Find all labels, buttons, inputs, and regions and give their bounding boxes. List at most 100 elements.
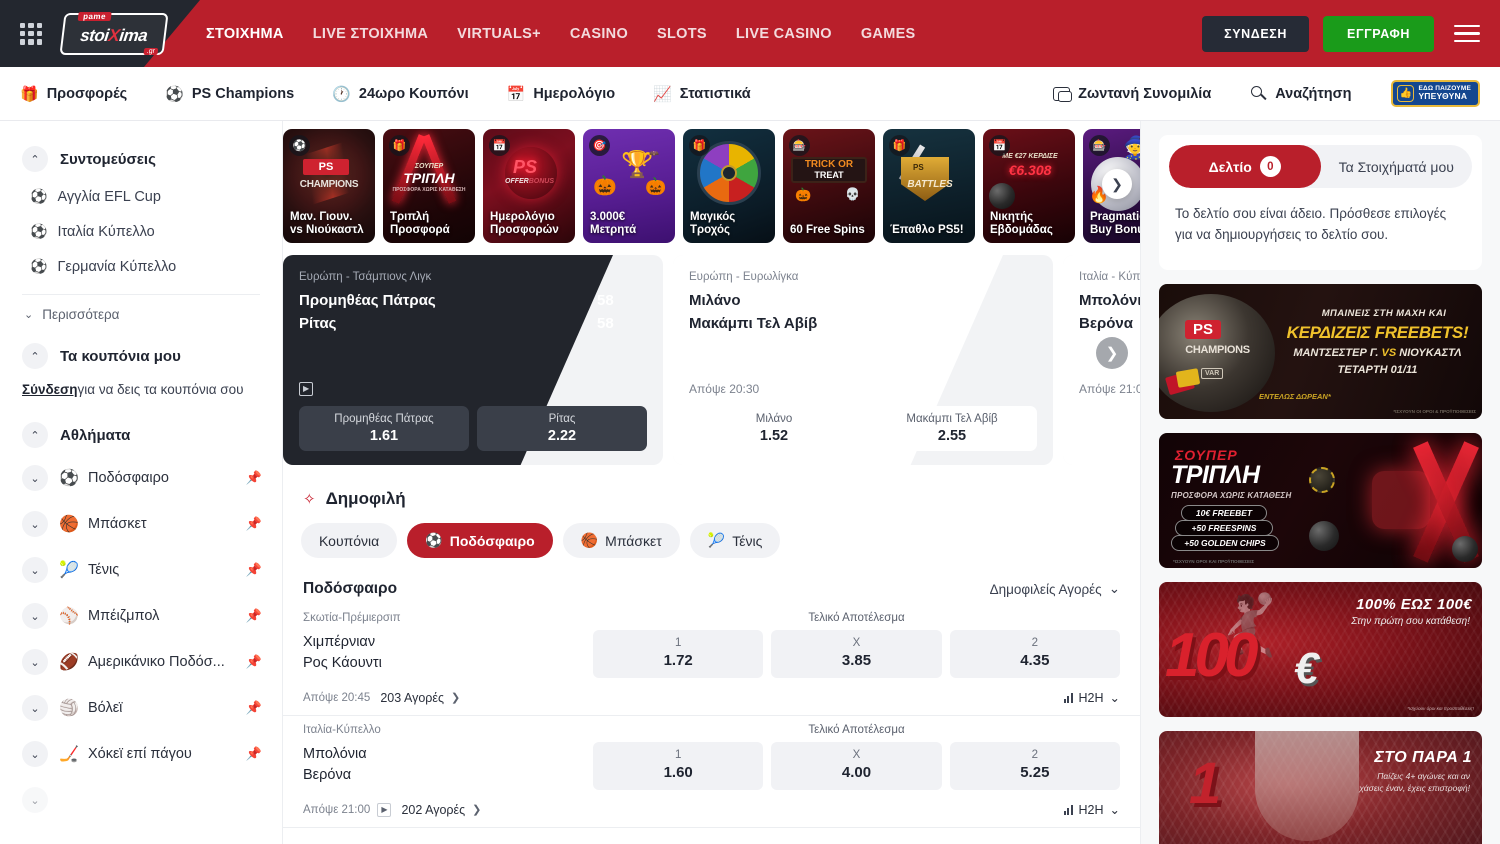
pin-icon[interactable]: 📌 (246, 700, 262, 716)
featured-away-row: Ρίτας 58 (299, 315, 647, 332)
event-odd-button-x[interactable]: X 3.85 (771, 630, 941, 678)
pin-icon[interactable]: 📌 (246, 562, 262, 578)
chevron-right-icon[interactable]: ❯ (451, 691, 460, 704)
tv-stream-icon[interactable]: ▶ (299, 382, 313, 396)
nav-item-live-casino[interactable]: LIVE CASINO (736, 26, 832, 42)
sidebar-sport-xokei[interactable]: ⌄ 🏒 Χόκεϊ επί πάγου 📌 (0, 731, 282, 777)
sidebar-sport-more[interactable]: ⌄ (0, 777, 282, 823)
subnav-item-statistika[interactable]: 📈 Στατιστικά (653, 85, 751, 103)
subnav-item-prosfores[interactable]: 🎁 Προσφορές (20, 85, 127, 103)
featured-odd-button[interactable]: Μιλάνο 1.52 (689, 406, 859, 451)
promo-card-3000-cash[interactable]: 🏆 🎃 🎃 🦇 🦇 🎯 3.000€ Μετρητά (583, 129, 675, 243)
register-button[interactable]: ΕΓΓΡΑΦΗ (1323, 16, 1434, 52)
banner-first-deposit-100[interactable]: 🤾 100 € 100% ΕΩΣ 100€ Στην πρώτη σου κατ… (1159, 582, 1482, 717)
search-icon (1251, 86, 1267, 102)
chevron-down-icon[interactable]: ⌄ (22, 511, 48, 537)
sidebar-login-link[interactable]: Σύνδεση (22, 382, 78, 397)
promo-card-calendar[interactable]: PS OFFERBONUS 📅 Ημερολόγιο Προσφορών (483, 129, 575, 243)
sidebar-section-my-coupons[interactable]: ⌃ Τα κουπόνια μου (0, 336, 282, 376)
pin-icon[interactable]: 📌 (246, 608, 262, 624)
chevron-right-icon[interactable]: ❯ (472, 803, 481, 816)
search-item[interactable]: Αναζήτηση (1251, 86, 1351, 102)
pin-icon[interactable]: 📌 (246, 470, 262, 486)
featured-match-card[interactable]: Ευρώπη - Ευρωλίγκα Μιλάνο Μακάμπι Τελ Αβ… (673, 255, 1053, 465)
sidebar-item-efl-cup[interactable]: ⚽ Αγγλία EFL Cup (0, 179, 282, 214)
logo-gr-text: .gr (143, 48, 158, 55)
promo-card-ps-champions[interactable]: PS CHAMPIONS ⚽ Μαν. Γιουν. vs Νιούκαστλ (283, 129, 375, 243)
subnav-item-24oro-koyponi[interactable]: 🕐 24ωρο Κουπόνι (332, 85, 468, 103)
featured-odd-button[interactable]: Ρίτας 2.22 (477, 406, 647, 451)
event-markets-count[interactable]: 203 Αγορές (380, 691, 444, 705)
promo-card-ps-battles[interactable]: PS BATTLES 🎁 Έπαθλο PS5! (883, 129, 975, 243)
site-logo[interactable]: pame stoiXima .gr (60, 10, 168, 58)
tab-label: Τένις (732, 533, 762, 549)
sidebar-sport-tenis[interactable]: ⌄ 🎾 Τένις 📌 (0, 547, 282, 593)
nav-item-stoixima[interactable]: ΣΤΟΙΧΗΜΑ (206, 26, 284, 42)
sidebar-item-italia-kypello[interactable]: ⚽ Ιταλία Κύπελλο (0, 214, 282, 249)
event-odd-button-2[interactable]: 2 5.25 (950, 742, 1120, 790)
live-chat-item[interactable]: Ζωντανή Συνομιλία (1053, 86, 1211, 102)
promo-card-magic-wheel[interactable]: 🎁 Μαγικός Τροχός (683, 129, 775, 243)
sidebar-sport-mpeizmpol[interactable]: ⌄ ⚾ Μπέιζμπολ 📌 (0, 593, 282, 639)
subnav-item-imerologio[interactable]: 📅 Ημερολόγιο (507, 85, 615, 103)
login-button[interactable]: ΣΥΝΔΕΣΗ (1202, 16, 1309, 52)
event-odd-button-1[interactable]: 1 1.72 (593, 630, 763, 678)
tab-koyponia[interactable]: Κουπόνια (301, 523, 397, 558)
markets-dropdown[interactable]: Δημοφιλείς Αγορές ⌄ (990, 581, 1120, 597)
featured-odd-button[interactable]: Μακάμπι Τελ Αβίβ 2.55 (867, 406, 1037, 451)
apps-grid-icon[interactable] (20, 23, 42, 45)
sidebar-shortcut-label: Ιταλία Κύπελλο (57, 224, 154, 240)
pin-icon[interactable]: 📌 (246, 654, 262, 670)
event-odd-button-1[interactable]: 1 1.60 (593, 742, 763, 790)
sidebar-sport-podosfairo[interactable]: ⌄ ⚽ Ποδόσφαιρο 📌 (0, 455, 282, 501)
nav-item-live-stoixima[interactable]: LIVE ΣΤΟΙΧΗΜΑ (313, 26, 428, 42)
event-h2h-button[interactable]: H2H ⌄ (1064, 802, 1121, 817)
featured-odd-button[interactable]: Προμηθέας Πάτρας 1.61 (299, 406, 469, 451)
nav-item-slots[interactable]: SLOTS (657, 26, 707, 42)
tab-podosfairo[interactable]: ⚽ Ποδόσφαιρο (407, 523, 552, 558)
tab-tenis[interactable]: 🎾 Τένις (690, 523, 781, 558)
chevron-down-icon[interactable]: ⌄ (22, 695, 48, 721)
chevron-down-icon[interactable]: ⌄ (22, 465, 48, 491)
promo-carousel-next-button[interactable]: ❯ (1102, 169, 1132, 199)
sidebar-more-button[interactable]: ⌄ Περισσότερα (0, 299, 282, 330)
promo-card-tripli[interactable]: ΣΟΥΠΕΡ ΤΡΙΠΛΗ ΠΡΟΣΦΟΡΑ ΧΩΡΙΣ ΚΑΤΑΘΕΣΗ 🎁 … (383, 129, 475, 243)
banner-super-tripli[interactable]: ΣΟΥΠΕΡ ΤΡΙΠΛΗ ΠΡΟΣΦΟΡΑ ΧΩΡΙΣ ΚΑΤΑΘΕΣΗ 10… (1159, 433, 1482, 568)
promo-card-free-spins[interactable]: TRICK OR TREAT 🎃 💀 🎰 60 Free Spins (783, 129, 875, 243)
nav-item-casino[interactable]: CASINO (570, 26, 628, 42)
event-markets-count[interactable]: 202 Αγορές (401, 803, 465, 817)
banner-line5: ΕΝΤΕΛΩΣ ΔΩΡΕΑΝ* (1259, 392, 1331, 401)
sidebar-section-sports[interactable]: ⌃ Αθλήματα (0, 415, 282, 455)
sidebar-sport-amerikaniko-podosfairo[interactable]: ⌄ 🏈 Αμερικάνικο Ποδόσ... 📌 (0, 639, 282, 685)
betslip-tab-mybets[interactable]: Τα Στοιχήματά μου (1321, 145, 1473, 188)
featured-odd-button[interactable]: 1 1.60 (1079, 406, 1140, 451)
banner-ps-champions[interactable]: PS CHAMPIONS VAR ΜΠΑΙΝΕΙΣ ΣΤΗ ΜΑΧΗ ΚΑΙ Κ… (1159, 284, 1482, 419)
nav-item-games[interactable]: GAMES (861, 26, 916, 42)
pin-icon[interactable]: 📌 (246, 746, 262, 762)
chevron-down-icon[interactable]: ⌄ (22, 557, 48, 583)
featured-match-card[interactable]: Ευρώπη - Τσάμπιονς Λιγκ Προμηθέας Πάτρας… (283, 255, 663, 465)
chevron-down-icon[interactable]: ⌄ (22, 649, 48, 675)
tab-mpasket[interactable]: 🏀 Μπάσκετ (563, 523, 680, 558)
banner-big-currency: € (1294, 644, 1318, 694)
event-h2h-button[interactable]: H2H ⌄ (1064, 690, 1121, 705)
chevron-down-icon[interactable]: ⌄ (22, 787, 48, 813)
sidebar-item-germania-kypello[interactable]: ⚽ Γερμανία Κύπελλο (0, 249, 282, 284)
promo-card-weekly-winner[interactable]: ΜΕ €27 ΚΕΡΔΙΣΕ €6.308 📅 Νικητής Εβδομάδα… (983, 129, 1075, 243)
event-odd-button-x[interactable]: X 4.00 (771, 742, 941, 790)
pin-icon[interactable]: 📌 (246, 516, 262, 532)
nav-item-virtuals[interactable]: VIRTUALS+ (457, 26, 541, 42)
sidebar-section-shortcuts[interactable]: ⌃ Συντομεύσεις (0, 139, 282, 179)
subnav-item-ps-champions[interactable]: ⚽ PS Champions (165, 85, 294, 103)
banner-sto-para-1[interactable]: 1 ΣΤΟ ΠΑΡΑ 1 Παίζεις 4+ αγώνες και αν χά… (1159, 731, 1482, 844)
event-odd-button-2[interactable]: 2 4.35 (950, 630, 1120, 678)
sidebar-sport-volei[interactable]: ⌄ 🏐 Βόλεϊ 📌 (0, 685, 282, 731)
hamburger-menu-icon[interactable] (1454, 25, 1480, 43)
chevron-down-icon[interactable]: ⌄ (22, 603, 48, 629)
featured-carousel-next-button[interactable]: ❯ (1096, 337, 1128, 369)
chevron-down-icon[interactable]: ⌄ (22, 741, 48, 767)
tv-stream-icon[interactable]: ▶ (377, 803, 391, 817)
betslip-tab-deltio[interactable]: Δελτίο 0 (1169, 145, 1321, 188)
sidebar-sport-mpasket[interactable]: ⌄ 🏀 Μπάσκετ 📌 (0, 501, 282, 547)
responsible-gaming-badge[interactable]: 👍 ΕΔΩ ΠΑΙΖΟΥΜΕ ΥΠΕΥΘΥΝΑ (1391, 80, 1480, 107)
